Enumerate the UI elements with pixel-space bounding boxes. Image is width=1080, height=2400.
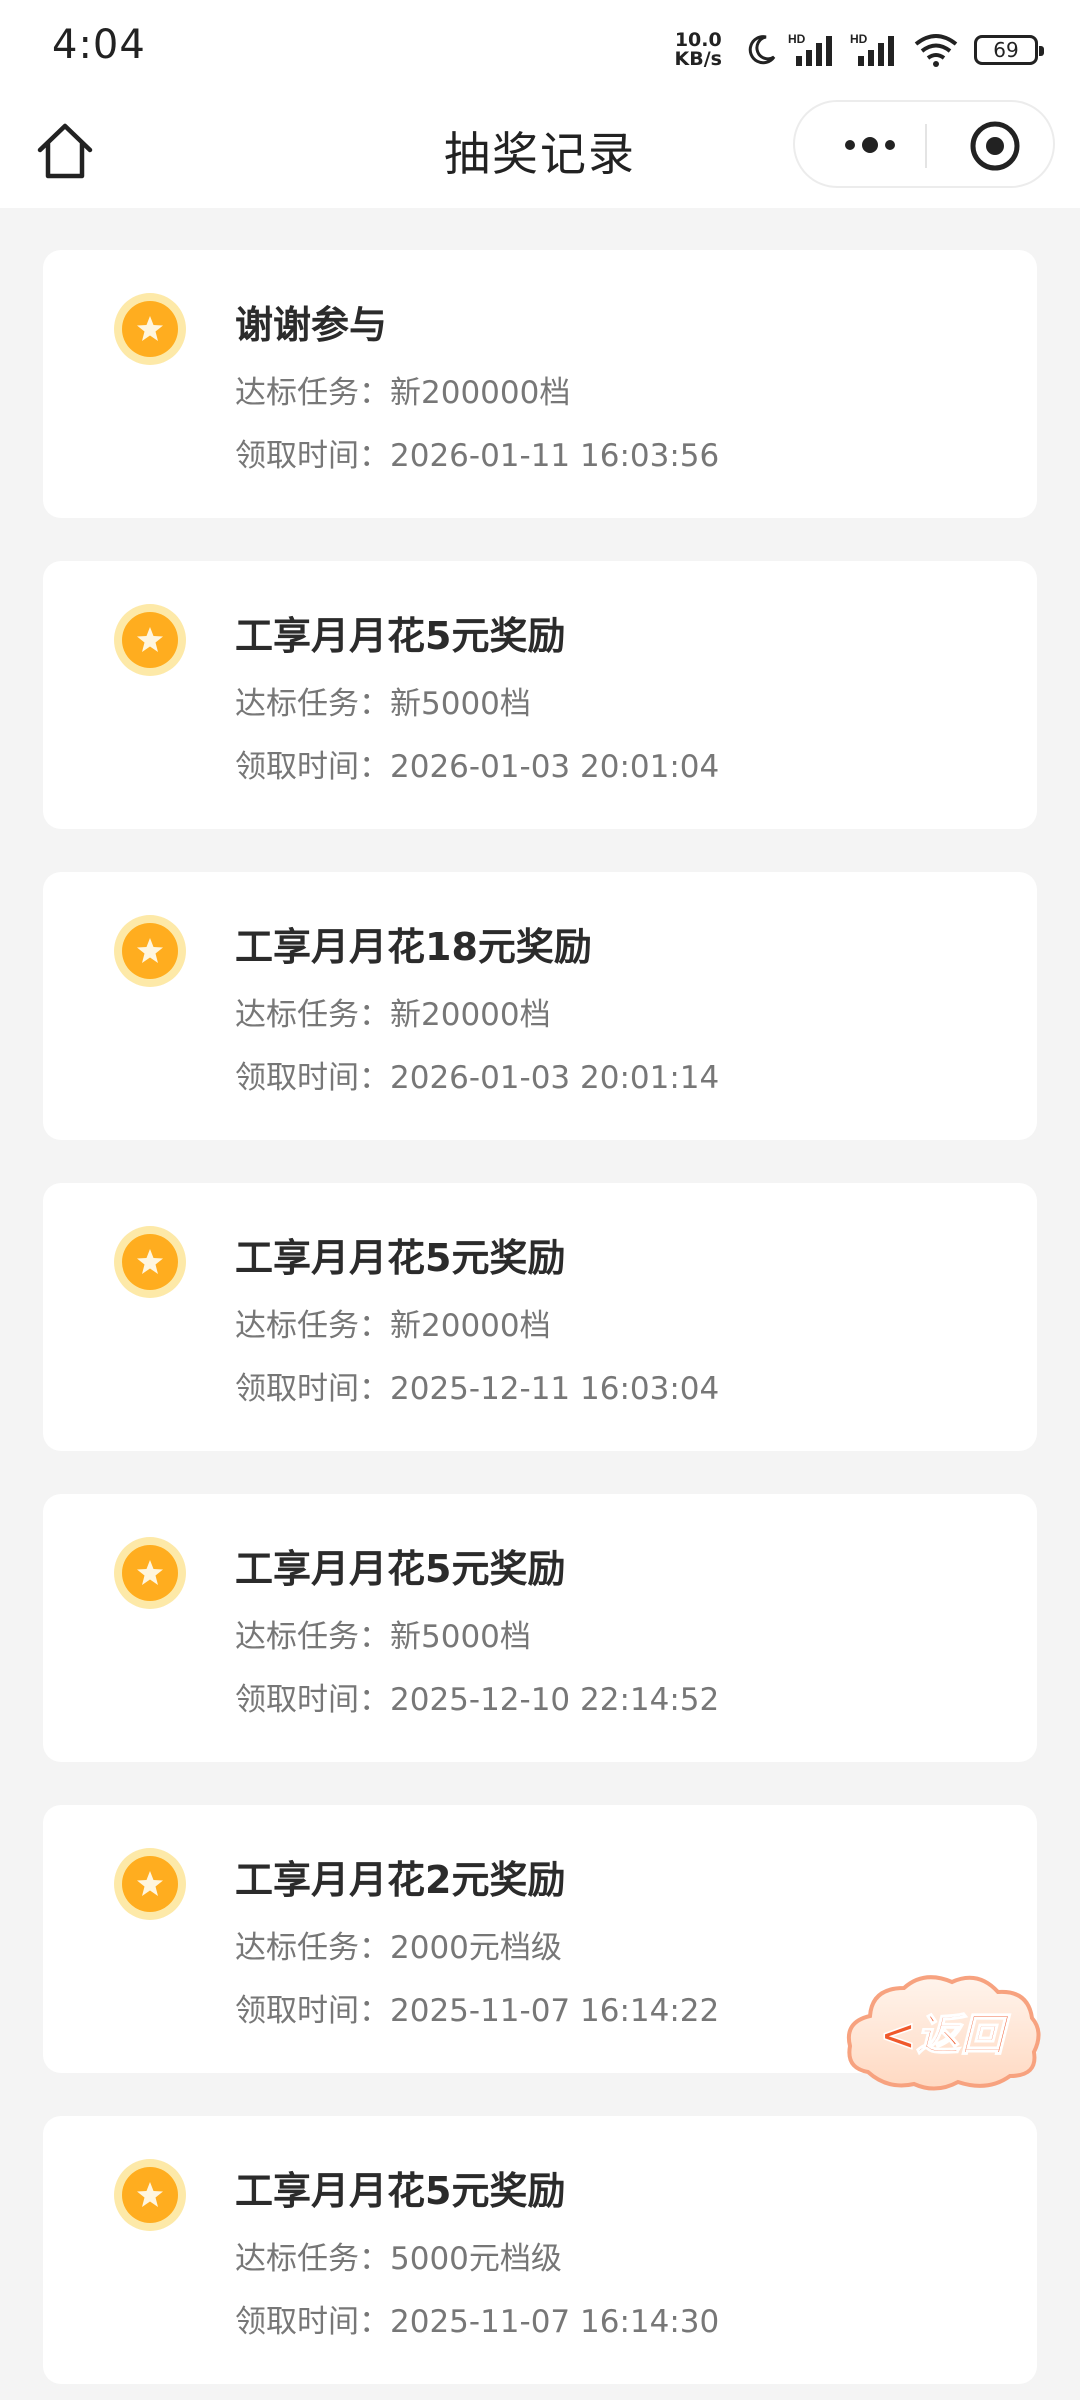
- record-time: 领取时间：2025-12-10 22:14:52: [235, 1674, 719, 1719]
- record-card: 工享月月花5元奖励 达标任务：新5000档 领取时间：2025-12-10 22…: [43, 1494, 1037, 1762]
- status-bar: 4:04 10.0 KB/s HD HD 69: [0, 0, 1080, 96]
- task-value: 2000元档级: [390, 1930, 562, 1966]
- status-time: 4:04: [52, 22, 146, 68]
- coin-star-icon: [114, 293, 186, 365]
- wifi-icon: [914, 34, 958, 67]
- signal-hd-label-2: HD: [850, 32, 868, 46]
- record-time: 领取时间：2025-11-07 16:14:22: [235, 1985, 719, 2030]
- time-value: 2026-01-03 20:01:04: [390, 749, 720, 785]
- record-time: 领取时间：2025-11-07 16:14:30: [235, 2296, 719, 2341]
- record-task: 达标任务：新5000档: [235, 678, 531, 723]
- record-task: 达标任务：新5000档: [235, 1611, 531, 1656]
- record-card: 工享月月花5元奖励 达标任务：新5000档 领取时间：2026-01-03 20…: [43, 561, 1037, 829]
- signal-hd-label-1: HD: [788, 32, 806, 46]
- signal-icon-2: HD: [850, 32, 894, 66]
- time-label: 领取时间：: [235, 1371, 390, 1407]
- time-value: 2025-12-10 22:14:52: [390, 1682, 720, 1718]
- record-title: 工享月月花2元奖励: [235, 1858, 566, 1902]
- time-label: 领取时间：: [235, 2304, 390, 2340]
- time-label: 领取时间：: [235, 1060, 390, 1096]
- task-label: 达标任务：: [235, 1308, 390, 1344]
- mini-program-capsule: [793, 100, 1055, 188]
- task-label: 达标任务：: [235, 1619, 390, 1655]
- task-value: 5000元档级: [390, 2241, 562, 2277]
- task-value: 新20000档: [390, 1308, 551, 1344]
- moon-icon: [748, 35, 776, 65]
- task-label: 达标任务：: [235, 375, 390, 411]
- record-task: 达标任务：新20000档: [235, 989, 551, 1034]
- coin-star-icon: [114, 2159, 186, 2231]
- network-speed: 10.0 KB/s: [675, 31, 722, 69]
- task-label: 达标任务：: [235, 686, 390, 722]
- record-title: 谢谢参与: [235, 303, 388, 347]
- time-label: 领取时间：: [235, 1993, 390, 2029]
- battery-indicator: 69: [974, 35, 1044, 65]
- coin-star-icon: [114, 604, 186, 676]
- record-card: 谢谢参与 达标任务：新200000档 领取时间：2026-01-11 16:03…: [43, 250, 1037, 518]
- task-label: 达标任务：: [235, 997, 390, 1033]
- record-title: 工享月月花5元奖励: [235, 1236, 566, 1280]
- record-title: 工享月月花5元奖励: [235, 614, 566, 658]
- task-value: 新5000档: [390, 1619, 531, 1655]
- record-time: 领取时间：2025-12-11 16:03:04: [235, 1363, 719, 1408]
- close-mini-program-icon[interactable]: [965, 118, 1025, 174]
- network-speed-unit: KB/s: [674, 48, 722, 70]
- coin-star-icon: [114, 1537, 186, 1609]
- signal-icon-1: HD: [788, 32, 832, 66]
- time-label: 领取时间：: [235, 438, 390, 474]
- record-time: 领取时间：2026-01-11 16:03:56: [235, 430, 719, 475]
- record-task: 达标任务：2000元档级: [235, 1922, 562, 1967]
- record-title: 工享月月花5元奖励: [235, 1547, 566, 1591]
- task-value: 新5000档: [390, 686, 531, 722]
- more-menu-icon[interactable]: [825, 116, 915, 174]
- record-task: 达标任务：新200000档: [235, 367, 570, 412]
- time-label: 领取时间：: [235, 749, 390, 785]
- status-icons: 10.0 KB/s HD HD 69: [675, 24, 1044, 76]
- coin-star-icon: [114, 915, 186, 987]
- battery-level: 69: [993, 38, 1019, 62]
- time-value: 2025-11-07 16:14:22: [390, 1993, 720, 2029]
- time-value: 2025-11-07 16:14:30: [390, 2304, 720, 2340]
- record-card: 工享月月花18元奖励 达标任务：新20000档 领取时间：2026-01-03 …: [43, 872, 1037, 1140]
- time-value: 2026-01-03 20:01:14: [390, 1060, 720, 1096]
- capsule-divider: [925, 124, 927, 168]
- task-value: 新20000档: [390, 997, 551, 1033]
- time-value: 2025-12-11 16:03:04: [390, 1371, 720, 1407]
- record-time: 领取时间：2026-01-03 20:01:14: [235, 1052, 719, 1097]
- record-task: 达标任务：5000元档级: [235, 2233, 562, 2278]
- back-button-label: <返回: [880, 2010, 1012, 2061]
- coin-star-icon: [114, 1848, 186, 1920]
- task-value: 新200000档: [390, 375, 571, 411]
- coin-star-icon: [114, 1226, 186, 1298]
- task-label: 达标任务：: [235, 2241, 390, 2277]
- nav-bar: 抽奖记录: [0, 96, 1080, 208]
- task-label: 达标任务：: [235, 1930, 390, 1966]
- record-time: 领取时间：2026-01-03 20:01:04: [235, 741, 719, 786]
- record-title: 工享月月花18元奖励: [235, 925, 592, 969]
- time-label: 领取时间：: [235, 1682, 390, 1718]
- back-button[interactable]: <返回: [838, 1960, 1048, 2100]
- record-task: 达标任务：新20000档: [235, 1300, 551, 1345]
- record-card: 工享月月花5元奖励 达标任务：5000元档级 领取时间：2025-11-07 1…: [43, 2116, 1037, 2384]
- record-title: 工享月月花5元奖励: [235, 2169, 566, 2213]
- time-value: 2026-01-11 16:03:56: [390, 438, 720, 474]
- record-card: 工享月月花5元奖励 达标任务：新20000档 领取时间：2025-12-11 1…: [43, 1183, 1037, 1451]
